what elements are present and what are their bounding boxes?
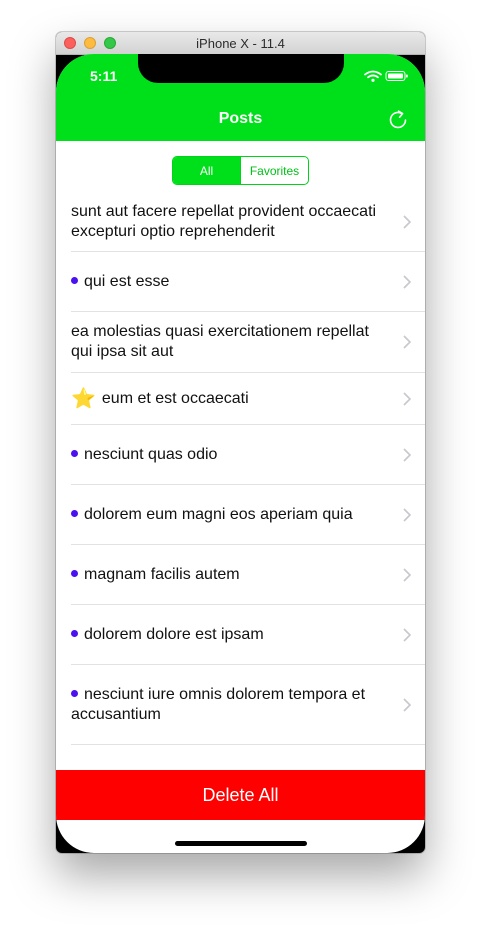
page-title: Posts (218, 110, 263, 127)
chevron-right-icon (403, 697, 411, 712)
chevron-right-icon (403, 507, 411, 522)
chevron-right-icon (403, 391, 411, 406)
chevron-right-icon (403, 214, 411, 229)
post-title: ⭐ eum et est occaecati (71, 387, 249, 410)
list-item[interactable]: nesciunt iure omnis dolorem tempora et a… (71, 665, 425, 745)
list-item[interactable]: magnam facilis autem (71, 545, 425, 605)
list-item[interactable]: qui est esse (71, 252, 425, 312)
window-titlebar: iPhone X - 11.4 (56, 32, 425, 55)
battery-icon (385, 71, 408, 81)
device-screen: 5:11 Posts All Favorites sunt aut facere… (56, 54, 425, 853)
unread-dot-icon (71, 449, 78, 457)
home-indicator[interactable] (175, 841, 307, 846)
list-item[interactable]: ⭐ eum et est occaecati (71, 373, 425, 425)
list-item[interactable]: dolorem eum magni eos aperiam quia (71, 485, 425, 545)
unread-dot-icon (71, 569, 78, 577)
chevron-right-icon (403, 627, 411, 642)
post-title: magnam facilis autem (71, 565, 389, 585)
simulator-window: iPhone X - 11.4 5:11 Posts All Favorites… (56, 32, 425, 853)
posts-list: sunt aut facere repellat provident occae… (56, 192, 425, 745)
filter-segmented-control: All Favorites (172, 156, 309, 185)
window-title: iPhone X - 11.4 (196, 36, 285, 51)
unread-dot-icon (71, 689, 78, 697)
unread-dot-icon (71, 509, 78, 517)
segment-favorites[interactable]: Favorites (240, 157, 308, 184)
status-icons (364, 70, 408, 82)
list-item[interactable]: nesciunt quas odio (71, 425, 425, 485)
post-title: dolorem dolore est ipsam (71, 625, 389, 645)
segment-all[interactable]: All (173, 157, 240, 184)
chevron-right-icon (403, 335, 411, 349)
favorite-star-icon: ⭐ (71, 387, 96, 410)
chevron-right-icon (403, 567, 411, 582)
post-title: ea molestias quasi exercitationem repell… (71, 323, 369, 360)
post-title: dolorem eum magni eos aperiam quia (71, 505, 389, 525)
device-notch (138, 54, 344, 83)
post-title: qui est esse (71, 272, 389, 292)
chevron-right-icon (403, 447, 411, 462)
list-item[interactable]: sunt aut facere repellat provident occae… (71, 192, 425, 252)
post-title: sunt aut facere repellat provident occae… (71, 202, 377, 240)
list-item[interactable]: dolorem dolore est ipsam (71, 605, 425, 665)
delete-all-button[interactable]: Delete All (56, 770, 425, 820)
status-time: 5:11 (90, 68, 118, 84)
refresh-icon[interactable] (387, 109, 409, 131)
post-title: nesciunt quas odio (71, 445, 389, 465)
wifi-icon (364, 70, 382, 82)
chevron-right-icon (403, 274, 411, 289)
unread-dot-icon (71, 276, 78, 284)
navigation-bar: 5:11 Posts (56, 54, 425, 141)
list-item[interactable]: ea molestias quasi exercitationem repell… (71, 312, 425, 373)
unread-dot-icon (71, 629, 78, 637)
post-title: nesciunt iure omnis dolorem tempora et a… (71, 685, 366, 723)
